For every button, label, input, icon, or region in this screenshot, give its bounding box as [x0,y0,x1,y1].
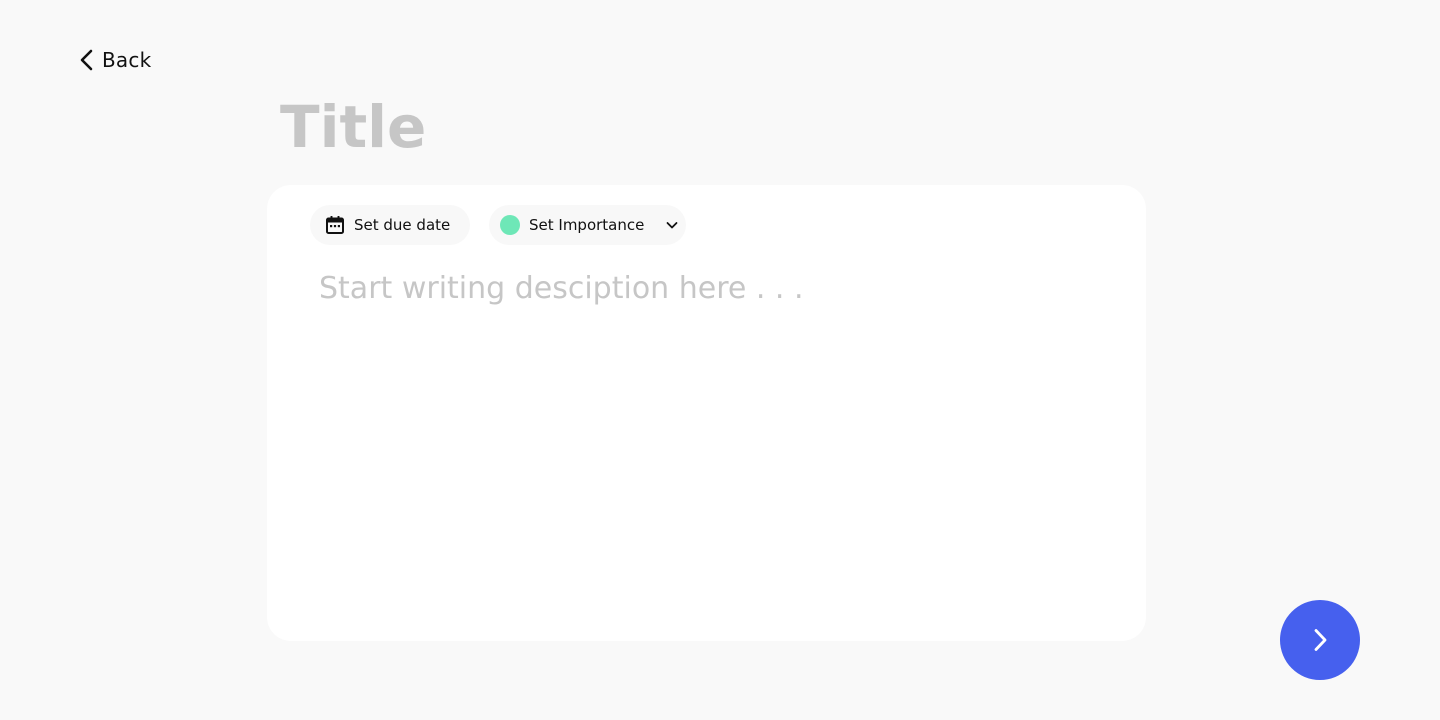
importance-label: Set Importance [529,216,645,234]
description-input[interactable] [319,269,1109,609]
next-button[interactable] [1280,600,1360,680]
back-button[interactable]: Back [78,46,151,74]
due-date-label: Set due date [354,216,451,234]
set-due-date-button[interactable]: Set due date [310,205,470,245]
calendar-icon [325,215,345,235]
title-input[interactable] [280,92,1140,162]
back-label: Back [102,48,152,72]
chevron-right-icon [1307,627,1333,653]
chevron-left-icon [78,48,96,72]
task-editor-card: Set due date Set Importance [267,185,1146,641]
set-importance-dropdown[interactable]: Set Importance [489,205,686,245]
importance-color-dot [500,215,520,235]
chevron-down-icon [665,218,679,232]
